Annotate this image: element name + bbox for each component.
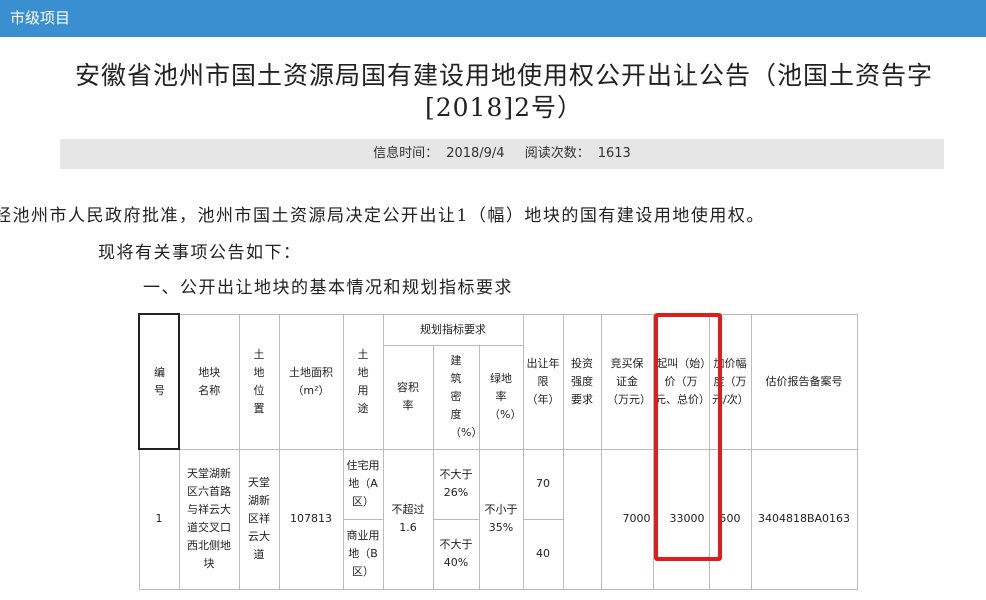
cell-location: 天堂湖新区祥云大道: [238, 448, 280, 590]
intro-paragraph: 经池州市人民政府批准，池州市国土资源局决定公开出让1（幅）地块的国有建设用地使用…: [0, 206, 765, 226]
header-area: 土地面积（m²）: [278, 313, 344, 450]
header-location: 土地位置: [238, 313, 280, 450]
page-title: 安徽省池州市国土资源局国有建设用地使用权公开出让公告（池国土资告字[2018]2…: [74, 61, 933, 122]
publish-time-value: 2018/9/4: [446, 146, 505, 161]
cell-name: 天堂湖新区六首路与祥云大道交叉口西北侧地块: [178, 448, 240, 590]
header-term: 出让年限（年）: [522, 313, 564, 450]
cell-invest: [562, 448, 602, 590]
header-planning: 规划指标要求: [382, 313, 524, 346]
publish-time: 信息时间： 2018/9/4: [369, 146, 508, 161]
header-report: 估价报告备案号: [750, 313, 858, 450]
cell-green: 不小于35%: [478, 448, 524, 590]
cell-density-b: 不大于40%: [432, 518, 480, 590]
cell-increment: 500: [708, 448, 752, 590]
header-no: 编号: [138, 313, 180, 450]
land-info-table: 编号 地块名称 土地位置 土地面积（m²） 土地用途 规划指标要求 出让年限（年…: [138, 313, 858, 590]
cell-far: 不超过1.6: [382, 448, 434, 590]
cell-no: 1: [138, 448, 180, 590]
header-density: 建筑密度（%）: [432, 344, 482, 450]
cell-area: 107813: [278, 448, 344, 590]
cell-use-b: 商业用地（B区）: [342, 518, 384, 590]
read-count-label: 阅读次数：: [524, 146, 590, 161]
header-start-price: 起叫（始）价（万元、总价）: [652, 313, 710, 450]
publish-time-label: 信息时间：: [373, 146, 439, 161]
cell-deposit: 7000: [600, 448, 654, 590]
header-green: 绿地率（%）: [478, 344, 524, 450]
announce-paragraph: 现将有关事项公告如下：: [98, 243, 302, 263]
cell-start-price: 33000: [652, 448, 710, 590]
read-count-value: 1613: [597, 146, 631, 161]
header-far: 容积率: [382, 344, 434, 450]
header-deposit: 竞买保证金（万元）: [600, 313, 654, 450]
header-use: 土地用途: [342, 313, 384, 450]
header-increment: 加价幅度（万元/次）: [708, 313, 752, 450]
header-name: 地块名称: [178, 313, 240, 450]
section-heading: 一、公开出让地块的基本情况和规划指标要求: [143, 278, 513, 298]
cell-term-b: 40: [522, 518, 564, 590]
cell-use-a: 住宅用地（A区）: [342, 448, 384, 520]
section-label[interactable]: 市级项目: [10, 8, 70, 28]
read-count: 阅读次数： 1613: [521, 146, 635, 161]
cell-report: 3404818BA0163: [750, 448, 858, 590]
info-bar: 信息时间： 2018/9/4 阅读次数： 1613: [60, 139, 944, 169]
cell-term-a: 70: [522, 448, 564, 520]
header-invest: 投资强度要求: [562, 313, 602, 450]
cell-density-a: 不大于26%: [432, 448, 480, 520]
top-bar: 市级项目: [0, 0, 986, 37]
